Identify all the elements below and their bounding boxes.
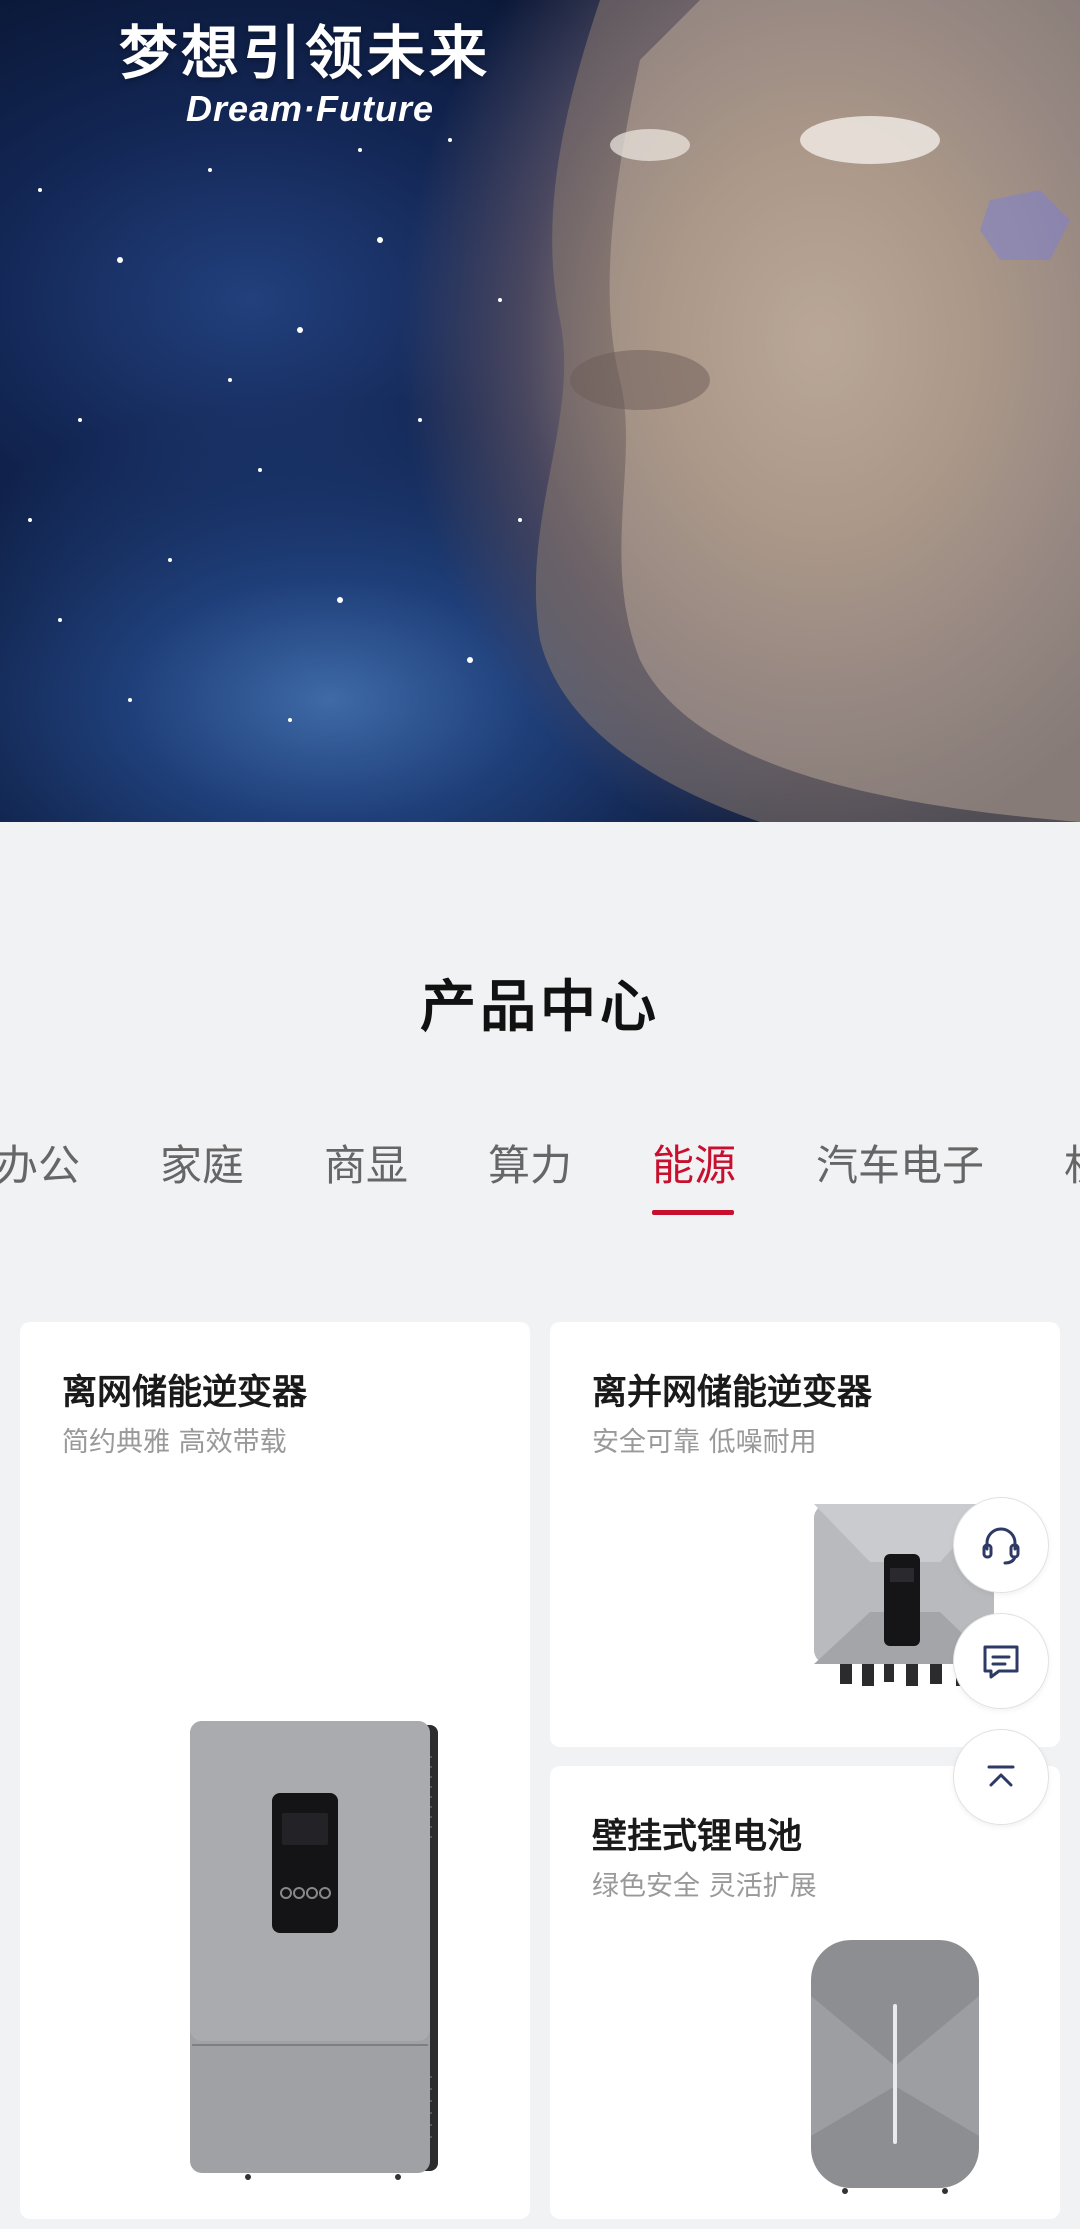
- tab-commercial-display[interactable]: 商显: [324, 1132, 408, 1193]
- tab-home[interactable]: 家庭: [160, 1132, 244, 1193]
- hero-title: 梦想引领未来: [118, 19, 491, 87]
- product-card[interactable]: 离网储能逆变器 简约典雅 高效带载: [20, 1322, 530, 2219]
- category-tabs: 办公 家庭 商显 算力 能源 汽车电子 机: [0, 1120, 1080, 1220]
- hero-banner[interactable]: 梦想引领未来 Dream·Future: [0, 0, 1080, 822]
- product-title: 壁挂式锂电池: [592, 1817, 803, 1857]
- hero-subtitle: Dream·Future: [185, 88, 435, 129]
- tab-computing[interactable]: 算力: [488, 1132, 572, 1193]
- product-title: 离网储能逆变器: [62, 1373, 308, 1413]
- product-subtitle: 简约典雅 高效带载: [62, 1427, 287, 1458]
- inverter-image: [190, 1721, 438, 2180]
- product-subtitle: 绿色安全 灵活扩展: [592, 1871, 817, 1902]
- active-tab-indicator: [652, 1210, 734, 1215]
- section-title: 产品中心: [420, 975, 660, 1040]
- product-subtitle: 安全可靠 低噪耐用: [592, 1427, 817, 1458]
- customer-service-button[interactable]: [953, 1497, 1049, 1593]
- tab-office[interactable]: 办公: [0, 1132, 80, 1193]
- headset-icon: [982, 1527, 1020, 1565]
- message-button[interactable]: [953, 1613, 1049, 1709]
- tab-next[interactable]: 机: [1064, 1132, 1080, 1193]
- tab-automotive[interactable]: 汽车电子: [816, 1132, 984, 1193]
- back-to-top-button[interactable]: [953, 1729, 1049, 1825]
- chevron-up-icon: [987, 1765, 1015, 1787]
- product-card[interactable]: 壁挂式锂电池 绿色安全 灵活扩展: [550, 1766, 1060, 2219]
- wall-battery-image: [811, 1940, 979, 2194]
- product-title: 离并网储能逆变器: [592, 1373, 873, 1413]
- tab-energy[interactable]: 能源: [652, 1132, 736, 1193]
- message-icon: [983, 1645, 1019, 1679]
